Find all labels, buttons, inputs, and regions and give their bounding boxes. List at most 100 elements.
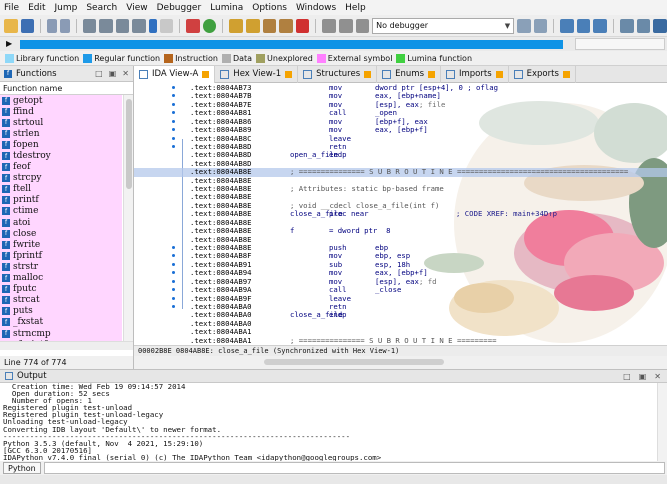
debugger-select[interactable]: No debugger ▼ [372,17,515,34]
window-icon[interactable] [560,18,574,33]
python-button[interactable]: Python [3,462,41,474]
segment-icon[interactable] [159,18,174,33]
tab-hex-view-1[interactable]: Hex View-1 [215,65,299,83]
panel-icon[interactable] [636,18,651,33]
function-item[interactable]: f ctime [0,205,122,218]
tab-close-icon[interactable] [202,70,210,78]
layout-icon[interactable] [620,18,634,33]
hscroll-thumb[interactable] [264,359,444,365]
tab-enums[interactable]: Enums [377,65,441,83]
menu-view[interactable]: View [126,3,147,13]
function-item[interactable]: f getopt [0,95,122,107]
python-window-icon[interactable] [593,18,608,33]
hex-window-icon[interactable] [576,18,591,33]
output-scrollbar[interactable] [657,383,667,461]
stop-icon[interactable] [186,18,200,33]
back-icon[interactable] [47,18,57,33]
xref-icon[interactable] [262,18,277,33]
tab-label: Enums [395,69,424,79]
float-icon[interactable]: □ [95,69,103,78]
float-icon[interactable]: □ [623,372,631,381]
scroll-thumb[interactable] [126,99,132,189]
function-item[interactable]: f strcat [0,294,122,306]
function-item[interactable]: f fprintf [0,250,122,262]
tab-ida-view-a[interactable]: IDA View-A [134,65,216,83]
function-item[interactable]: f ffind [0,106,122,118]
functions-hscrollbar[interactable] [0,341,133,350]
menu-options[interactable]: Options [252,3,287,13]
instruction-dot-icon [172,128,175,132]
open-icon[interactable] [4,18,18,33]
function-item[interactable]: f _fxstat [0,316,122,328]
nav-segment-selector[interactable] [575,38,665,50]
callgraph-icon[interactable] [279,18,293,33]
function-item[interactable]: f strlen [0,128,122,140]
navigation-band[interactable]: ▶ [0,37,667,51]
menu-search[interactable]: Search [86,3,117,13]
tab-structures[interactable]: Structures [298,65,378,83]
graph-icon[interactable] [229,18,244,33]
function-item[interactable]: f strcpy [0,172,122,184]
function-name-column[interactable]: Function name [0,82,133,95]
strings-icon[interactable] [653,18,667,33]
tab-close-icon[interactable] [285,70,293,78]
tab-imports[interactable]: Imports [441,65,509,83]
menu-debugger[interactable]: Debugger [157,3,202,13]
output-console[interactable]: Creation time: Wed Feb 19 09:14:57 2014 … [0,383,657,461]
function-item[interactable]: f fopen [0,139,122,151]
function-item[interactable]: f atoi [0,217,122,229]
functions-scrollbar[interactable] [123,95,133,341]
function-item[interactable]: f tdestroy [0,150,122,162]
forward-icon[interactable] [59,18,70,33]
save-icon[interactable] [20,18,35,33]
attach-icon[interactable] [533,18,548,33]
function-item[interactable]: f strtoul [0,117,122,129]
function-item[interactable]: f fputc [0,283,122,295]
menu-jump[interactable]: Jump [55,3,78,13]
menu-edit[interactable]: Edit [28,3,45,13]
function-icon: f [2,251,10,260]
python-command-input[interactable] [43,462,665,474]
restore-icon[interactable]: ▣ [639,372,647,381]
disasm-hscrollbar[interactable] [134,356,667,369]
tab-close-icon[interactable] [428,70,435,78]
close-x-icon[interactable] [295,18,310,33]
tab-close-icon[interactable] [562,70,570,78]
function-item[interactable]: f strncmp [0,327,122,340]
close-icon[interactable]: ✕ [654,372,661,381]
function-item[interactable]: f puts [0,305,122,317]
line-xref[interactable]: ; CODE XREF: main+34D↑p [456,209,557,218]
function-item[interactable]: f feof [0,161,122,173]
binary-search-icon[interactable] [82,18,97,33]
tab-close-icon[interactable] [495,70,503,78]
run-icon[interactable] [202,18,217,33]
navigation-strip[interactable] [20,40,563,49]
immediate-search-icon[interactable] [115,18,130,33]
function-item[interactable]: f fwrite [0,239,122,251]
toolbar-separator [179,18,181,33]
menu-windows[interactable]: Windows [296,3,336,13]
pause-icon[interactable] [338,18,353,33]
menu-file[interactable]: File [4,3,19,13]
jump-down-icon[interactable] [148,18,157,33]
text-search-icon[interactable] [99,18,113,33]
debug-options-icon[interactable] [517,18,531,33]
sequence-search-icon[interactable] [132,18,146,33]
chart-icon[interactable] [246,18,260,33]
function-item[interactable]: f strstr [0,261,122,273]
function-item[interactable]: f ftell [0,183,122,195]
tab-exports[interactable]: Exports [509,65,576,83]
restore-icon[interactable]: ▣ [109,69,117,78]
menu-help[interactable]: Help [345,3,366,13]
disassembly-listing[interactable]: .text:0804AB73 mov dword ptr [esp+4], 0 ; … [134,83,667,345]
tab-close-icon[interactable] [364,70,372,78]
menu-lumina[interactable]: Lumina [210,3,243,13]
close-icon[interactable]: ✕ [122,69,129,78]
play-icon[interactable] [322,18,336,33]
function-item[interactable]: f close [0,228,122,240]
function-name: puts [13,306,33,317]
function-item[interactable]: f printf [0,194,122,206]
stop-debug-icon[interactable] [355,18,370,33]
ida-view-a[interactable]: .text:0804AB73 mov dword ptr [esp+4], 0 ; … [134,83,667,345]
function-item[interactable]: f malloc [0,272,122,284]
